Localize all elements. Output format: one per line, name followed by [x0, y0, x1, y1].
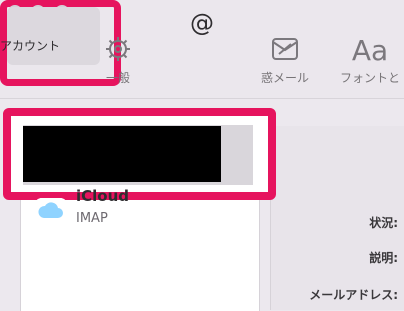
font-icon: Aa	[351, 34, 389, 67]
junk-mail-icon	[268, 34, 302, 68]
description-label: 説明:	[369, 251, 398, 265]
redacted-account-name	[23, 126, 221, 182]
email-label: メールアドレス:	[309, 288, 398, 302]
tab-fonts-label: フォントと	[339, 71, 400, 85]
selected-account-highlight	[3, 108, 276, 200]
selected-tab-background	[7, 7, 100, 65]
toolbar-divider	[0, 98, 404, 99]
window-toolbar-area: 一般 @ アカウント 惑メール Aa フォントと	[0, 0, 404, 98]
at-sign-icon: @	[190, 9, 214, 37]
account-type: IMAP	[76, 211, 108, 226]
tab-junk-mail[interactable]: 惑メール	[250, 34, 320, 94]
tab-general-label: 一般	[105, 71, 130, 85]
account-name: iCloud	[76, 187, 130, 205]
tab-junk-mail-label: 惑メール	[260, 71, 309, 85]
icloud-icon	[34, 198, 68, 226]
status-label: 状況:	[369, 216, 398, 230]
tab-fonts-colors[interactable]: Aa フォントと	[336, 34, 404, 94]
